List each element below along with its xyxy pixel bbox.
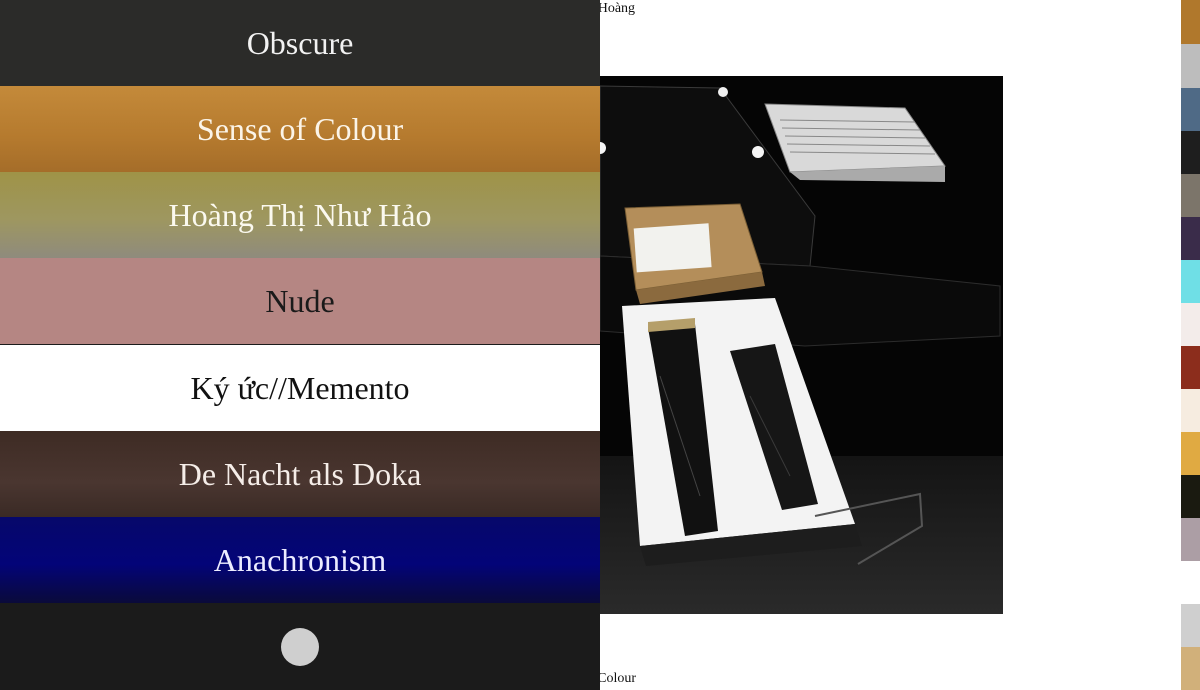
- color-swatch[interactable]: [1181, 561, 1200, 604]
- color-swatch[interactable]: [1181, 131, 1200, 174]
- color-swatch[interactable]: [1181, 303, 1200, 346]
- menu-item-label: Hoàng Thị Như Hảo: [168, 196, 432, 233]
- menu-item-memento[interactable]: Ký ức//Memento: [0, 345, 600, 431]
- color-swatch[interactable]: [1181, 647, 1200, 690]
- menu-item-label: De Nacht als Doka: [178, 455, 422, 492]
- menu-item-nude[interactable]: Nude: [0, 258, 600, 344]
- menu-item-de-nacht-als-doka[interactable]: De Nacht als Doka: [0, 431, 600, 517]
- menu-item-label: Nude: [265, 282, 335, 319]
- menu-item-label: Anachronism: [213, 541, 387, 578]
- color-swatch[interactable]: [1181, 518, 1200, 561]
- menu-item-label: Ký ức//Memento: [190, 369, 410, 406]
- color-swatch[interactable]: [1181, 44, 1200, 88]
- color-swatch[interactable]: [1181, 217, 1200, 260]
- menu-item-label: Sense of Colour: [196, 110, 404, 147]
- color-swatch[interactable]: [1181, 604, 1200, 647]
- artwork-photo: [600, 76, 1003, 614]
- swatch-strip: [1181, 0, 1200, 690]
- color-swatch[interactable]: [1181, 475, 1200, 518]
- color-swatch[interactable]: [1181, 0, 1200, 44]
- menu-item-hoang-thi-nhu-hao[interactable]: Hoàng Thị Như Hảo: [0, 172, 600, 258]
- color-swatch[interactable]: [1181, 174, 1200, 217]
- navigation-menu: Obscure Sense of Colour Hoàng Thị Như Hả…: [0, 0, 600, 690]
- menu-item-sense-of-colour[interactable]: Sense of Colour: [0, 86, 600, 172]
- color-swatch[interactable]: [1181, 346, 1200, 389]
- color-swatch[interactable]: [1181, 88, 1200, 131]
- menu-item-label: Obscure: [246, 24, 354, 61]
- menu-item-anachronism[interactable]: Anachronism: [0, 517, 600, 603]
- color-swatch[interactable]: [1181, 389, 1200, 432]
- color-swatch[interactable]: [1181, 432, 1200, 475]
- color-swatch[interactable]: [1181, 260, 1200, 303]
- close-menu-button[interactable]: [281, 628, 319, 666]
- menu-item-obscure[interactable]: Obscure: [0, 0, 600, 86]
